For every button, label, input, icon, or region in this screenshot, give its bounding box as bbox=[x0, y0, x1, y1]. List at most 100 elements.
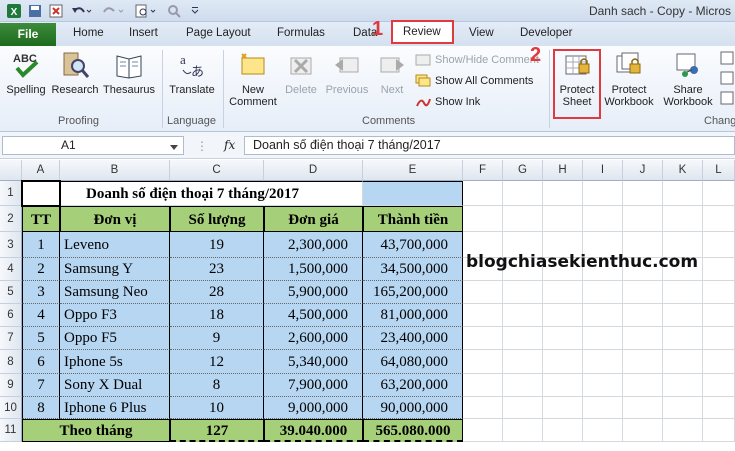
translate-button[interactable]: aあ Translate bbox=[165, 50, 219, 96]
empty-cell[interactable] bbox=[363, 181, 463, 206]
empty-cell[interactable] bbox=[663, 206, 703, 232]
table-cell[interactable]: 3 bbox=[22, 281, 60, 304]
empty-cell[interactable] bbox=[663, 350, 703, 374]
empty-cell[interactable] bbox=[623, 374, 663, 397]
empty-cell[interactable] bbox=[543, 181, 583, 206]
changes-more-icons[interactable] bbox=[719, 50, 735, 113]
column-header[interactable]: H bbox=[543, 160, 583, 181]
empty-cell[interactable] bbox=[543, 397, 583, 419]
show-hide-comment-button[interactable]: Show/Hide Comment bbox=[415, 51, 539, 69]
empty-cell[interactable] bbox=[623, 304, 663, 327]
table-cell[interactable]: 81,000,000 bbox=[363, 304, 463, 327]
empty-cell[interactable] bbox=[703, 258, 735, 281]
table-cell[interactable]: 1 bbox=[22, 232, 60, 258]
empty-cell[interactable] bbox=[663, 304, 703, 327]
redo-icon[interactable] bbox=[102, 3, 124, 19]
table-cell[interactable]: 10 bbox=[170, 397, 264, 419]
table-cell[interactable]: 90,000,000 bbox=[363, 397, 463, 419]
row-header[interactable]: 3 bbox=[0, 232, 22, 258]
empty-cell[interactable] bbox=[543, 281, 583, 304]
tab-developer[interactable]: Developer bbox=[520, 27, 572, 39]
empty-cell[interactable] bbox=[463, 304, 503, 327]
empty-cell[interactable] bbox=[703, 350, 735, 374]
empty-cell[interactable] bbox=[663, 327, 703, 350]
table-cell[interactable]: Oppo F3 bbox=[60, 304, 170, 327]
table-cell[interactable]: Iphone 6 Plus bbox=[60, 397, 170, 419]
empty-cell[interactable] bbox=[583, 304, 623, 327]
table-cell[interactable]: 5,900,000 bbox=[264, 281, 363, 304]
table-cell[interactable]: 7 bbox=[22, 374, 60, 397]
empty-cell[interactable] bbox=[503, 206, 543, 232]
table-header-cell[interactable]: TT bbox=[22, 206, 60, 232]
table-cell[interactable]: Sony X Dual bbox=[60, 374, 170, 397]
table-cell[interactable]: 19 bbox=[170, 232, 264, 258]
empty-cell[interactable] bbox=[703, 304, 735, 327]
empty-cell[interactable] bbox=[663, 419, 703, 442]
zoom-icon[interactable] bbox=[166, 3, 182, 19]
empty-cell[interactable] bbox=[703, 397, 735, 419]
table-cell[interactable]: 9,000,000 bbox=[264, 397, 363, 419]
empty-cell[interactable] bbox=[463, 327, 503, 350]
table-cell[interactable]: Iphone 5s bbox=[60, 350, 170, 374]
empty-cell[interactable] bbox=[503, 419, 543, 442]
insert-function-icon[interactable]: fx bbox=[224, 138, 235, 152]
table-cell[interactable]: 18 bbox=[170, 304, 264, 327]
print-preview-icon[interactable] bbox=[134, 3, 156, 19]
table-header-cell[interactable]: Thành tiền bbox=[363, 206, 463, 232]
excel-app-icon[interactable]: X bbox=[6, 3, 22, 19]
empty-cell[interactable] bbox=[583, 181, 623, 206]
total-label-cell[interactable]: Theo tháng bbox=[22, 419, 170, 442]
column-header[interactable]: F bbox=[463, 160, 503, 181]
empty-cell[interactable] bbox=[503, 181, 543, 206]
table-cell[interactable]: 63,200,000 bbox=[363, 374, 463, 397]
next-comment-button[interactable]: Next bbox=[373, 50, 411, 96]
empty-cell[interactable] bbox=[703, 232, 735, 258]
empty-cell[interactable] bbox=[623, 206, 663, 232]
table-cell[interactable]: 43,700,000 bbox=[363, 232, 463, 258]
row-header[interactable]: 9 bbox=[0, 374, 22, 397]
total-cell[interactable]: 565.080.000 bbox=[363, 419, 463, 442]
name-box-dropdown-icon[interactable] bbox=[170, 142, 178, 154]
empty-cell[interactable] bbox=[583, 374, 623, 397]
table-cell[interactable]: Oppo F5 bbox=[60, 327, 170, 350]
show-ink-button[interactable]: Show Ink bbox=[415, 93, 480, 111]
share-workbook-button[interactable]: Share Workbook bbox=[659, 50, 717, 108]
table-cell[interactable]: 1,500,000 bbox=[264, 258, 363, 281]
row-header[interactable]: 2 bbox=[0, 206, 22, 232]
save-icon[interactable] bbox=[27, 3, 43, 19]
empty-cell[interactable] bbox=[703, 419, 735, 442]
empty-cell[interactable] bbox=[503, 350, 543, 374]
column-header[interactable]: A bbox=[22, 160, 60, 181]
empty-cell[interactable] bbox=[623, 397, 663, 419]
column-header[interactable]: D bbox=[264, 160, 363, 181]
column-header[interactable]: J bbox=[623, 160, 663, 181]
row-header[interactable]: 4 bbox=[0, 258, 22, 281]
empty-cell[interactable] bbox=[703, 206, 735, 232]
empty-cell[interactable] bbox=[503, 397, 543, 419]
empty-cell[interactable] bbox=[703, 281, 735, 304]
table-header-cell[interactable]: Số lượng bbox=[170, 206, 264, 232]
empty-cell[interactable] bbox=[463, 350, 503, 374]
table-cell[interactable]: 34,500,000 bbox=[363, 258, 463, 281]
table-cell[interactable]: 23,400,000 bbox=[363, 327, 463, 350]
name-box[interactable]: A1 bbox=[2, 136, 184, 155]
table-cell[interactable]: 5,340,000 bbox=[264, 350, 363, 374]
empty-cell[interactable] bbox=[663, 397, 703, 419]
table-cell[interactable]: 23 bbox=[170, 258, 264, 281]
empty-cell[interactable] bbox=[623, 181, 663, 206]
row-header[interactable]: 8 bbox=[0, 350, 22, 374]
empty-cell[interactable] bbox=[583, 206, 623, 232]
column-header[interactable]: I bbox=[583, 160, 623, 181]
empty-cell[interactable] bbox=[583, 419, 623, 442]
customize-toolbar-icon[interactable] bbox=[190, 3, 206, 19]
tab-view[interactable]: View bbox=[469, 27, 494, 39]
column-header[interactable]: L bbox=[703, 160, 735, 181]
table-cell[interactable]: 2 bbox=[22, 258, 60, 281]
empty-cell[interactable] bbox=[503, 374, 543, 397]
empty-cell[interactable] bbox=[543, 304, 583, 327]
empty-cell[interactable] bbox=[503, 327, 543, 350]
total-cell[interactable]: 127 bbox=[170, 419, 264, 442]
research-button[interactable]: Research bbox=[50, 50, 100, 96]
spelling-button[interactable]: ABC Spelling bbox=[3, 50, 49, 96]
empty-cell[interactable] bbox=[543, 327, 583, 350]
